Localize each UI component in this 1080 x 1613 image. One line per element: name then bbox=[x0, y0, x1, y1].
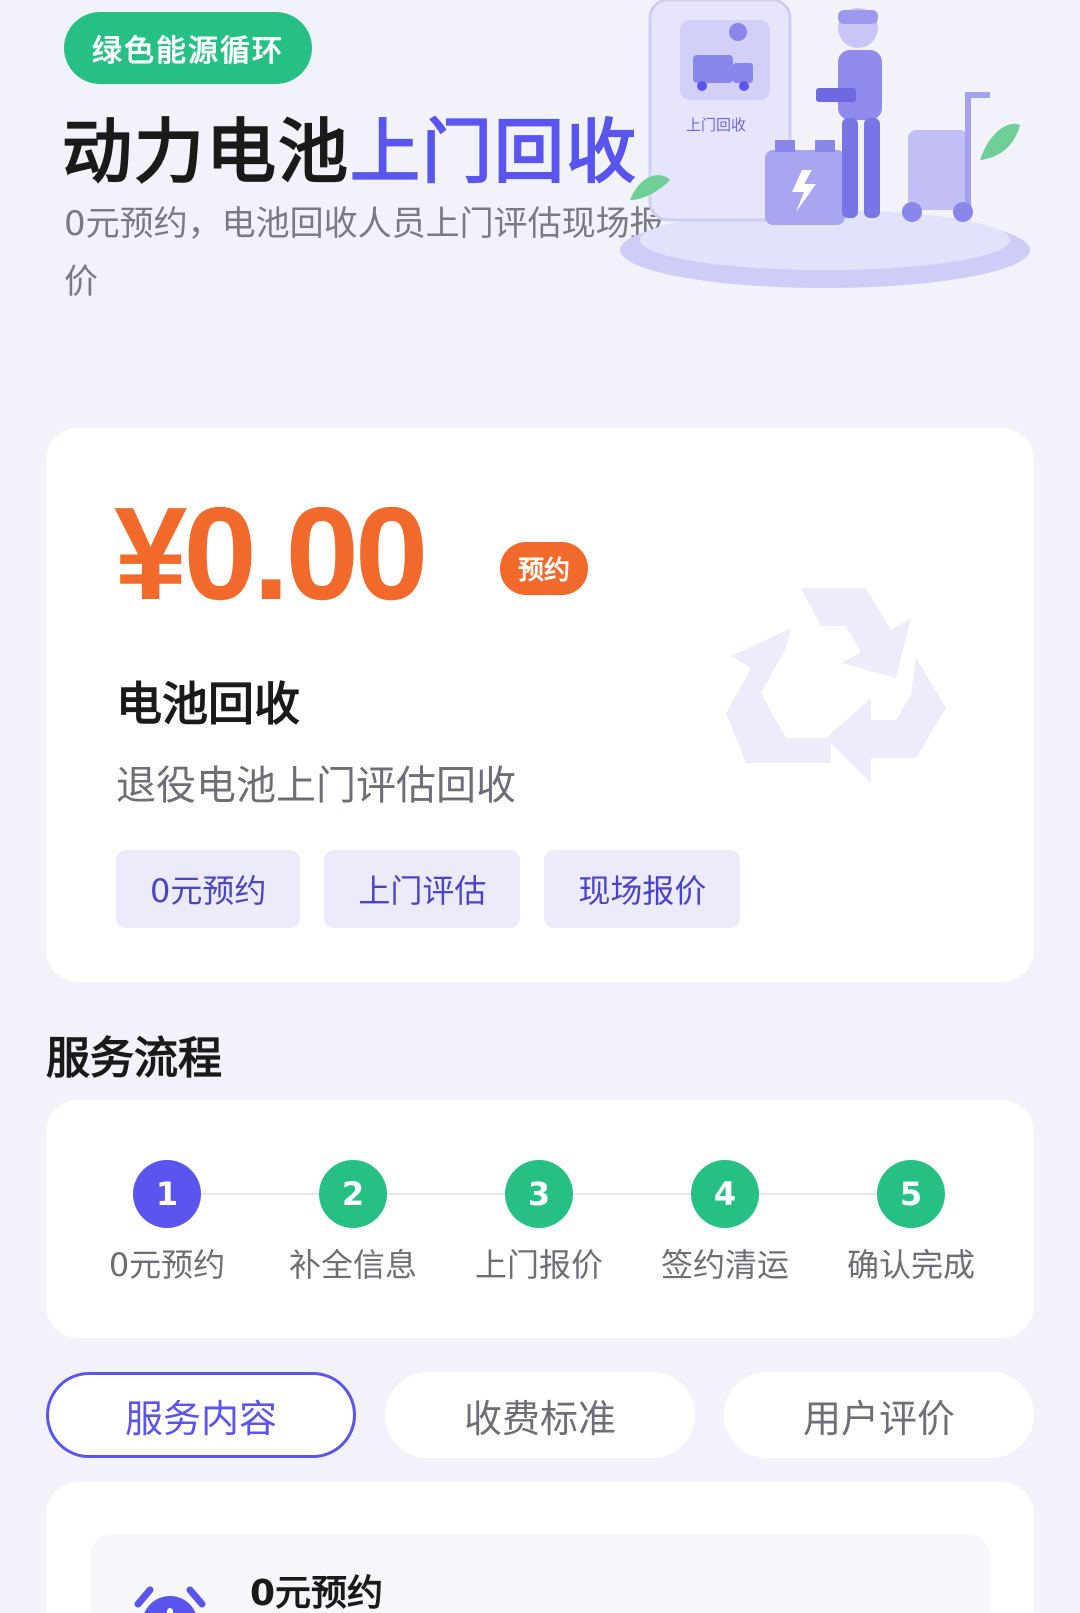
flow-step-1: 1 0元预约 bbox=[74, 1160, 260, 1286]
step-label: 上门报价 bbox=[474, 1246, 603, 1284]
service-chips: 0元预约 上门评估 现场报价 bbox=[116, 850, 741, 928]
service-price-card[interactable]: ¥0.00 预约 电池回收 退役电池上门评估回收 0元预约 上门评估 现场报价 bbox=[46, 428, 1034, 982]
hero-title: 动力电池上门回收 bbox=[62, 96, 638, 197]
content-item: 0元预约 bbox=[90, 1534, 990, 1613]
step-number: 2 bbox=[319, 1160, 387, 1228]
tab-user-reviews[interactable]: 用户评价 bbox=[724, 1372, 1034, 1458]
step-number: 1 bbox=[133, 1160, 201, 1228]
service-content-card: 0元预约 bbox=[46, 1482, 1034, 1613]
hero-subtitle: 0元预约，电池回收人员上门评估现场报价 bbox=[64, 204, 664, 302]
recycle-icon bbox=[726, 588, 946, 783]
service-description: 退役电池上门评估回收 bbox=[116, 763, 516, 809]
step-label: 0元预约 bbox=[108, 1246, 226, 1284]
hero-tag: 绿色能源循环 bbox=[64, 12, 312, 84]
alarm-clock-icon bbox=[134, 1586, 206, 1613]
service-flow-card: 1 0元预约 2 补全信息 3 上门报价 4 签约清运 5 确认完成 bbox=[46, 1100, 1034, 1338]
hero-title-plain: 动力电池 bbox=[62, 111, 350, 193]
step-label: 补全信息 bbox=[288, 1246, 417, 1284]
step-number: 4 bbox=[691, 1160, 759, 1228]
flow-step-5: 5 确认完成 bbox=[818, 1160, 1004, 1286]
flow-steps: 1 0元预约 2 补全信息 3 上门报价 4 签约清运 5 确认完成 bbox=[74, 1160, 1004, 1286]
content-item-title: 0元预约 bbox=[250, 1573, 384, 1613]
chip-free-booking: 0元预约 bbox=[116, 850, 301, 928]
step-label: 确认完成 bbox=[846, 1246, 975, 1284]
price-badge: 预约 bbox=[500, 542, 589, 595]
flow-step-4: 4 签约清运 bbox=[632, 1160, 818, 1286]
step-label: 签约清运 bbox=[660, 1246, 789, 1284]
tab-service-content[interactable]: 服务内容 bbox=[46, 1372, 356, 1458]
flow-step-2: 2 补全信息 bbox=[260, 1160, 446, 1286]
content-tabs: 服务内容 收费标准 用户评价 bbox=[46, 1372, 1034, 1458]
flow-step-3: 3 上门报价 bbox=[446, 1160, 632, 1286]
hero-banner: 绿色能源循环 动力电池上门回收 0元预约，电池回收人员上门评估现场报价 上门回收 bbox=[0, 0, 1080, 380]
chip-onsite-assessment: 上门评估 bbox=[324, 850, 521, 928]
tab-pricing-standard[interactable]: 收费标准 bbox=[385, 1372, 695, 1458]
chip-onsite-quote: 现场报价 bbox=[544, 850, 741, 928]
art-label: 上门回收 bbox=[686, 116, 746, 134]
step-number: 5 bbox=[877, 1160, 945, 1228]
service-name: 电池回收 bbox=[116, 677, 300, 731]
step-number: 3 bbox=[505, 1160, 573, 1228]
price-value: ¥0.00 bbox=[114, 480, 428, 627]
service-flow-title: 服务流程 bbox=[46, 1033, 222, 1084]
recycle-worker-illustration: 上门回收 bbox=[620, 0, 1030, 288]
